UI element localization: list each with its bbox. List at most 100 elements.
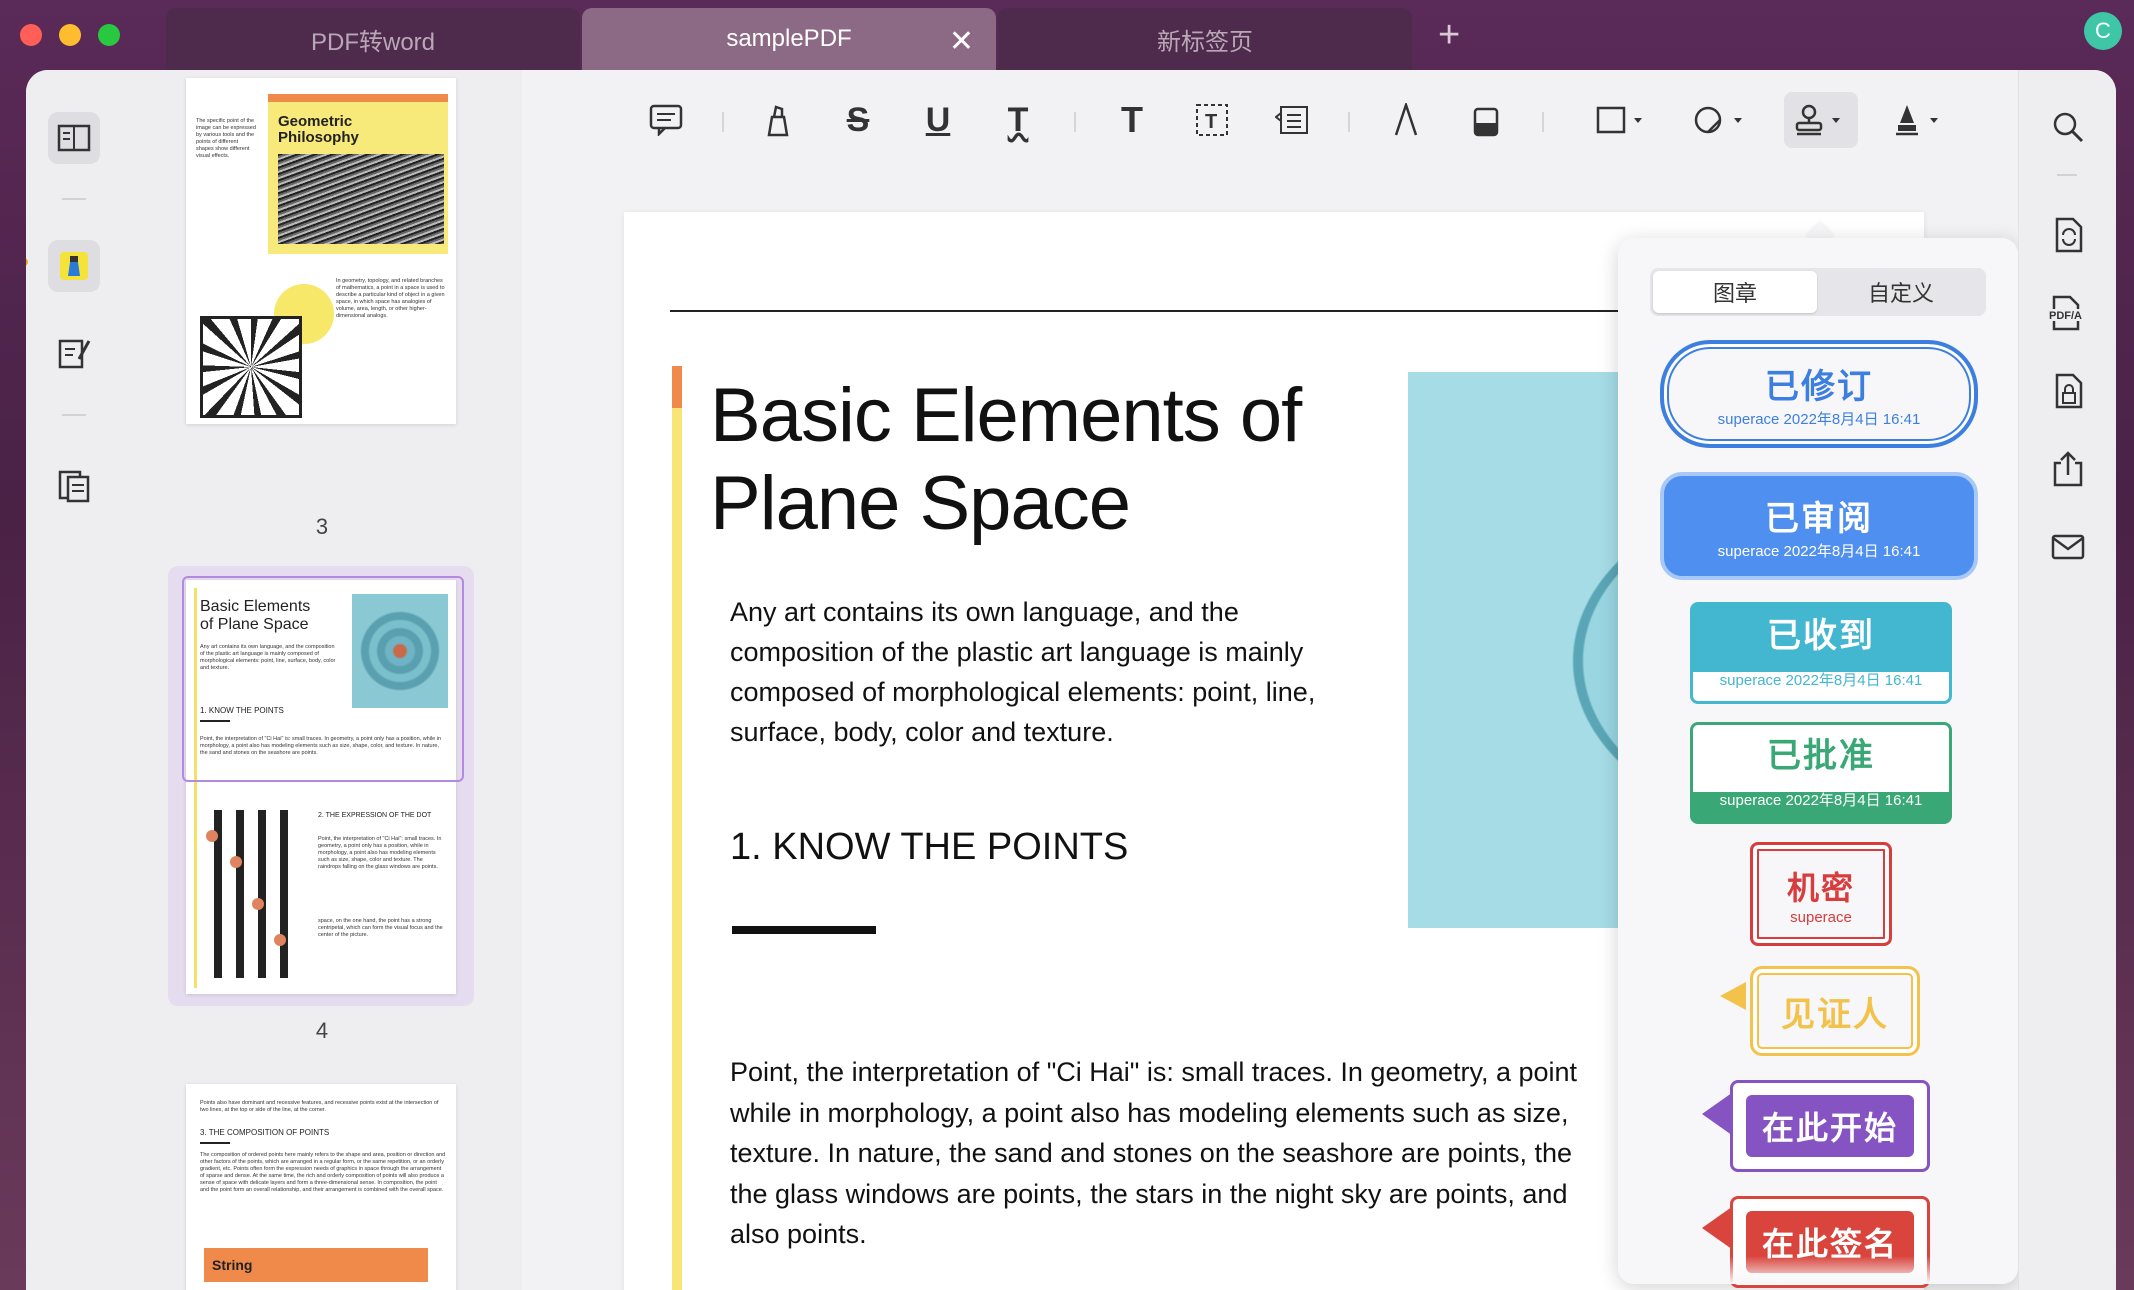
stamp-label: 已收到 xyxy=(1767,617,1875,655)
selection-outline xyxy=(182,576,464,782)
sticker-icon xyxy=(1694,106,1742,134)
tab-stamps[interactable]: 图章 xyxy=(1653,271,1817,313)
accent-bar xyxy=(672,366,682,1290)
tab-custom[interactable]: 自定义 xyxy=(1819,271,1983,313)
add-tab-button[interactable]: + xyxy=(1438,14,1460,57)
pencil-icon xyxy=(1394,103,1418,136)
tab-samplepdf[interactable]: samplePDF ✕ xyxy=(582,8,996,70)
stamp-confidential[interactable]: 机密 superace xyxy=(1750,842,1892,946)
thumb-spiral-image xyxy=(200,316,302,418)
edit-icon xyxy=(58,339,91,369)
note-tool[interactable] xyxy=(638,92,694,148)
underline-icon: U xyxy=(925,100,951,139)
convert-button[interactable] xyxy=(2043,210,2093,260)
thumb-dot xyxy=(206,830,218,842)
highlight-tool[interactable] xyxy=(750,92,806,148)
eraser-tool[interactable] xyxy=(1458,92,1514,148)
thumbnail-page-5[interactable]: Points also have dominant and recessive … xyxy=(186,1084,456,1290)
share-icon xyxy=(2053,451,2083,487)
stamp-reviewed[interactable]: 已审阅 superace 2022年8月4日 16:41 xyxy=(1660,472,1978,580)
squiggly-tool[interactable]: T xyxy=(990,92,1046,148)
tab-new[interactable]: 新标签页 xyxy=(998,8,1412,70)
section-heading: 1. KNOW THE POINTS xyxy=(730,826,1129,868)
organize-pages-button[interactable] xyxy=(48,460,100,512)
witness-arrow xyxy=(1720,982,1746,1010)
stamp-meta: superace 2022年8月4日 16:41 xyxy=(1717,411,1921,428)
avatar[interactable]: C xyxy=(2084,12,2122,50)
thumb-wave-image xyxy=(278,154,444,244)
search-icon xyxy=(2053,112,2084,143)
edit-mode-button[interactable] xyxy=(48,326,100,378)
callout-icon xyxy=(1275,106,1308,134)
comment-mode-button[interactable] xyxy=(48,240,100,292)
stamp-label: 在此开始 xyxy=(1745,1095,1914,1157)
pages-icon xyxy=(58,470,90,503)
stamp-witness[interactable]: 见证人 xyxy=(1750,966,1920,1056)
toolbar-divider xyxy=(1074,112,1076,132)
tab-label: 图章 xyxy=(1712,281,1757,306)
search-button[interactable] xyxy=(2043,102,2093,152)
eraser-icon xyxy=(1473,107,1499,137)
textbox-icon: T xyxy=(1196,104,1228,136)
thumb-dot xyxy=(274,934,286,946)
stamp-label: 见证人 xyxy=(1781,995,1889,1034)
stamp-tool[interactable] xyxy=(1784,92,1858,148)
thumb-dot xyxy=(230,856,242,868)
thumbnail-page-number: 4 xyxy=(315,1018,329,1043)
pencil-tool[interactable] xyxy=(1378,92,1434,148)
toolbar-divider xyxy=(1348,112,1350,132)
thumb-title: Geometric Philosophy xyxy=(278,113,359,146)
lock-file-icon xyxy=(2055,373,2083,409)
comment-icon xyxy=(649,104,683,136)
protect-button[interactable] xyxy=(2043,366,2093,416)
minimize-window-button[interactable] xyxy=(59,24,81,46)
stamp-meta: superace xyxy=(1790,908,1852,926)
stamp-revised[interactable]: 已修订 superace 2022年8月4日 16:41 xyxy=(1660,340,1978,448)
tab-close-icon[interactable]: ✕ xyxy=(949,24,974,59)
email-button[interactable] xyxy=(2043,522,2093,572)
underline-tool[interactable]: U xyxy=(910,92,966,148)
toolbar-divider xyxy=(1542,112,1544,132)
thumbnail-page-3[interactable]: The specific point of the image can be e… xyxy=(186,78,456,424)
section-rule xyxy=(732,926,876,934)
document-title: Basic Elements of Plane Space xyxy=(710,372,1302,548)
rectangle-icon xyxy=(1596,106,1642,134)
rail-divider xyxy=(62,198,86,200)
strikethrough-tool[interactable]: S xyxy=(830,92,886,148)
thumb-text: In geometry, topology, and related branc… xyxy=(336,278,445,319)
squiggly-icon: T xyxy=(1007,100,1029,139)
reader-mode-button[interactable] xyxy=(48,112,100,164)
thumb-text: Point, the interpretation of "Ci Hai": s… xyxy=(318,836,442,870)
pdfa-button[interactable]: PDF/A xyxy=(2043,288,2093,338)
thumb-text: Points also have dominant and recessive … xyxy=(200,1100,439,1113)
tab-label: samplePDF xyxy=(726,25,852,52)
sticker-tool[interactable] xyxy=(1686,92,1756,148)
text-tool[interactable]: T xyxy=(1104,92,1160,148)
tab-label: 自定义 xyxy=(1867,281,1934,306)
stamp-meta: superace 2022年8月4日 16:41 xyxy=(1717,543,1921,560)
close-window-button[interactable] xyxy=(20,24,42,46)
thumb-text: The specific point of the image can be e… xyxy=(196,118,256,159)
thumb-text: The composition of ordered points here m… xyxy=(200,1152,446,1193)
callout-tool[interactable] xyxy=(1264,92,1320,148)
thumb-section: 2. THE EXPRESSION OF THE DOT xyxy=(318,812,432,819)
stamp-start-here[interactable]: 在此开始 xyxy=(1730,1080,1930,1172)
shape-tool[interactable] xyxy=(1586,92,1656,148)
tab-pdf-to-word[interactable]: PDF转word xyxy=(166,8,580,70)
pdfa-icon: PDF/A xyxy=(2048,295,2088,331)
share-button[interactable] xyxy=(2043,444,2093,494)
thumb-box-label: String xyxy=(212,1257,253,1273)
thumb-dot xyxy=(252,898,264,910)
toolbar-divider xyxy=(722,112,724,132)
signature-tool[interactable] xyxy=(1882,92,1956,148)
textbox-tool[interactable]: T xyxy=(1184,92,1240,148)
stamp-tabs: 图章 自定义 xyxy=(1650,268,1986,316)
stamp-received[interactable]: 已收到 superace 2022年8月4日 16:41 xyxy=(1690,602,1952,704)
accent-bar-top xyxy=(672,366,682,408)
thumb-orange-bar xyxy=(268,94,448,102)
highlighter-icon xyxy=(767,105,789,137)
stamp-panel: 图章 自定义 已修订 superace 2022年8月4日 16:41 已审阅 … xyxy=(1618,238,2018,1288)
stamp-approved[interactable]: 已批准 superace 2022年8月4日 16:41 xyxy=(1690,722,1952,824)
app-window: The specific point of the image can be e… xyxy=(26,70,2116,1290)
maximize-window-button[interactable] xyxy=(98,24,120,46)
